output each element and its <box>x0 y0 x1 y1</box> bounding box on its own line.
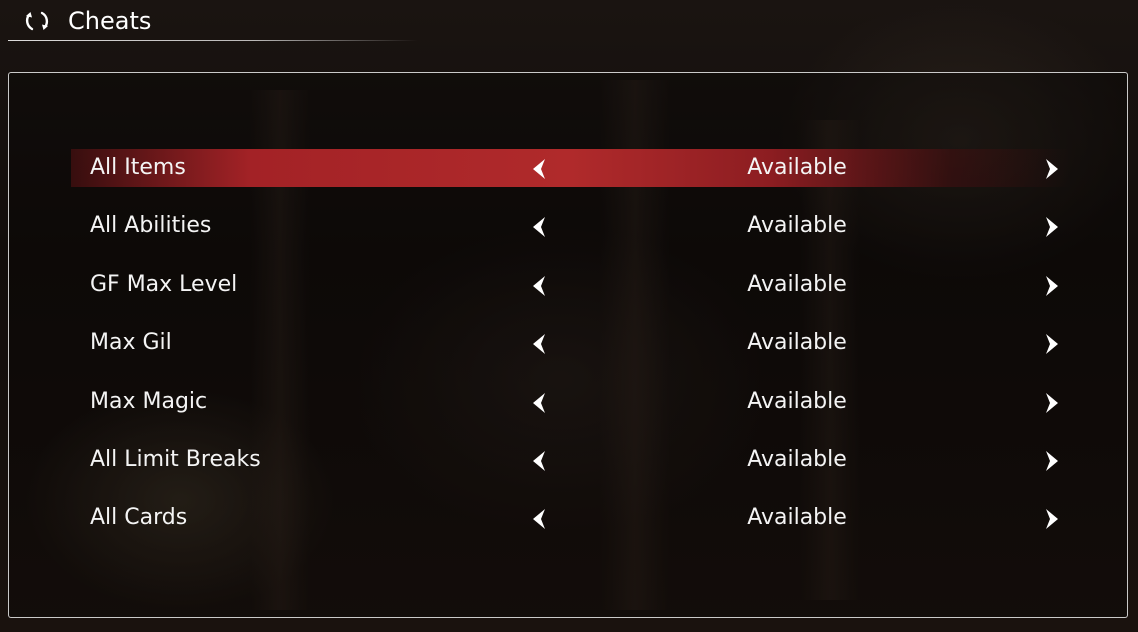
cheat-value: Available <box>747 505 847 531</box>
chevron-right-icon[interactable] <box>1043 158 1061 180</box>
cheat-value: Available <box>747 388 847 414</box>
cheat-value: Available <box>747 271 847 297</box>
cheat-value: Available <box>747 213 847 239</box>
cheats-list: All Items Available All Abilities Availa… <box>9 147 1127 556</box>
chevron-left-icon[interactable] <box>530 450 548 472</box>
cheat-value: Available <box>747 446 847 472</box>
cheat-value: Available <box>747 155 847 180</box>
chevron-left-icon[interactable] <box>530 508 548 530</box>
cheat-label: GF Max Level <box>90 271 238 297</box>
refresh-icon <box>25 11 49 31</box>
chevron-right-icon[interactable] <box>1043 275 1061 297</box>
page-title: Cheats <box>68 7 152 35</box>
cheat-label: All Items <box>90 155 186 180</box>
chevron-right-icon[interactable] <box>1043 450 1061 472</box>
chevron-right-icon[interactable] <box>1043 392 1061 414</box>
cheat-label: Max Magic <box>90 388 208 414</box>
cheat-row-all-cards[interactable]: All Cards Available <box>9 497 1127 555</box>
chevron-left-icon[interactable] <box>530 333 548 355</box>
cheat-row-all-abilities[interactable]: All Abilities Available <box>9 205 1127 263</box>
cheat-row-max-magic[interactable]: Max Magic Available <box>9 381 1127 439</box>
cheats-panel: All Items Available All Abilities Availa… <box>8 72 1128 618</box>
selection-highlight <box>71 149 1071 187</box>
cheat-row-all-items[interactable]: All Items Available <box>9 147 1127 205</box>
cheat-label: All Abilities <box>90 213 212 239</box>
chevron-left-icon[interactable] <box>530 216 548 238</box>
cheat-label: All Limit Breaks <box>90 446 261 472</box>
chevron-right-icon[interactable] <box>1043 333 1061 355</box>
chevron-left-icon[interactable] <box>530 158 548 180</box>
chevron-left-icon[interactable] <box>530 392 548 414</box>
header-divider <box>8 40 418 41</box>
chevron-right-icon[interactable] <box>1043 508 1061 530</box>
cheat-value: Available <box>747 330 847 356</box>
chevron-right-icon[interactable] <box>1043 216 1061 238</box>
screen-header: Cheats <box>8 0 428 42</box>
cheat-label: All Cards <box>90 505 188 531</box>
chevron-left-icon[interactable] <box>530 275 548 297</box>
cheat-row-gf-max-level[interactable]: GF Max Level Available <box>9 264 1127 322</box>
cheat-label: Max Gil <box>90 330 172 356</box>
cheat-row-max-gil[interactable]: Max Gil Available <box>9 322 1127 380</box>
cheat-row-all-limit-breaks[interactable]: All Limit Breaks Available <box>9 439 1127 497</box>
